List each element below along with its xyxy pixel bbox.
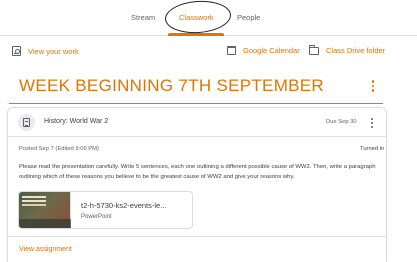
tab-people[interactable]: People [237,13,260,22]
assignment-due-date: Due Sep 30 [326,119,357,125]
assignment-icon [18,114,35,131]
attachment-name: t2-h-5730-ks2-events-le... [81,201,167,210]
posted-date: Posted Sep 7 (Edited 9:09 PM) [19,146,99,152]
top-tabs: Stream Classwork People [0,0,417,36]
topic-divider [9,103,383,104]
assignment-header[interactable]: History: World War 2 Due Sep 30 [8,108,386,137]
assignment-card: History: World War 2 Due Sep 30 Posted S… [7,107,387,262]
tab-classwork[interactable]: Classwork [179,13,214,22]
folder-icon [309,44,319,55]
class-drive-folder-label: Class Drive folder [326,46,386,55]
google-calendar-link[interactable]: Google Calendar [227,46,300,55]
assignment-instructions: Please read the presentation carefully. … [19,164,376,180]
view-your-work-link[interactable]: View your work [12,46,79,56]
attachment-type: PowerPoint [81,214,112,220]
active-tab-indicator [168,33,224,36]
view-your-work-label: View your work [28,46,79,56]
google-calendar-label: Google Calendar [243,46,300,55]
view-assignment-link[interactable]: View assignment [19,246,72,253]
topic-more-options-icon[interactable] [368,79,378,93]
topic-title: WEEK BEGINNING 7TH SEPTEMBER [19,76,325,95]
assignment-person-icon [12,46,21,56]
assignment-title[interactable]: History: World War 2 [44,118,108,125]
attachment-card[interactable]: t2-h-5730-ks2-events-le... PowerPoint [18,191,193,229]
tab-stream[interactable]: Stream [131,13,155,22]
status-badge: Turned in [360,146,385,152]
calendar-icon [227,46,236,55]
attachment-thumbnail [19,192,71,228]
card-footer-divider [8,236,386,237]
class-drive-folder-link[interactable]: Class Drive folder [309,44,386,55]
assignment-more-options-icon[interactable] [368,116,376,129]
